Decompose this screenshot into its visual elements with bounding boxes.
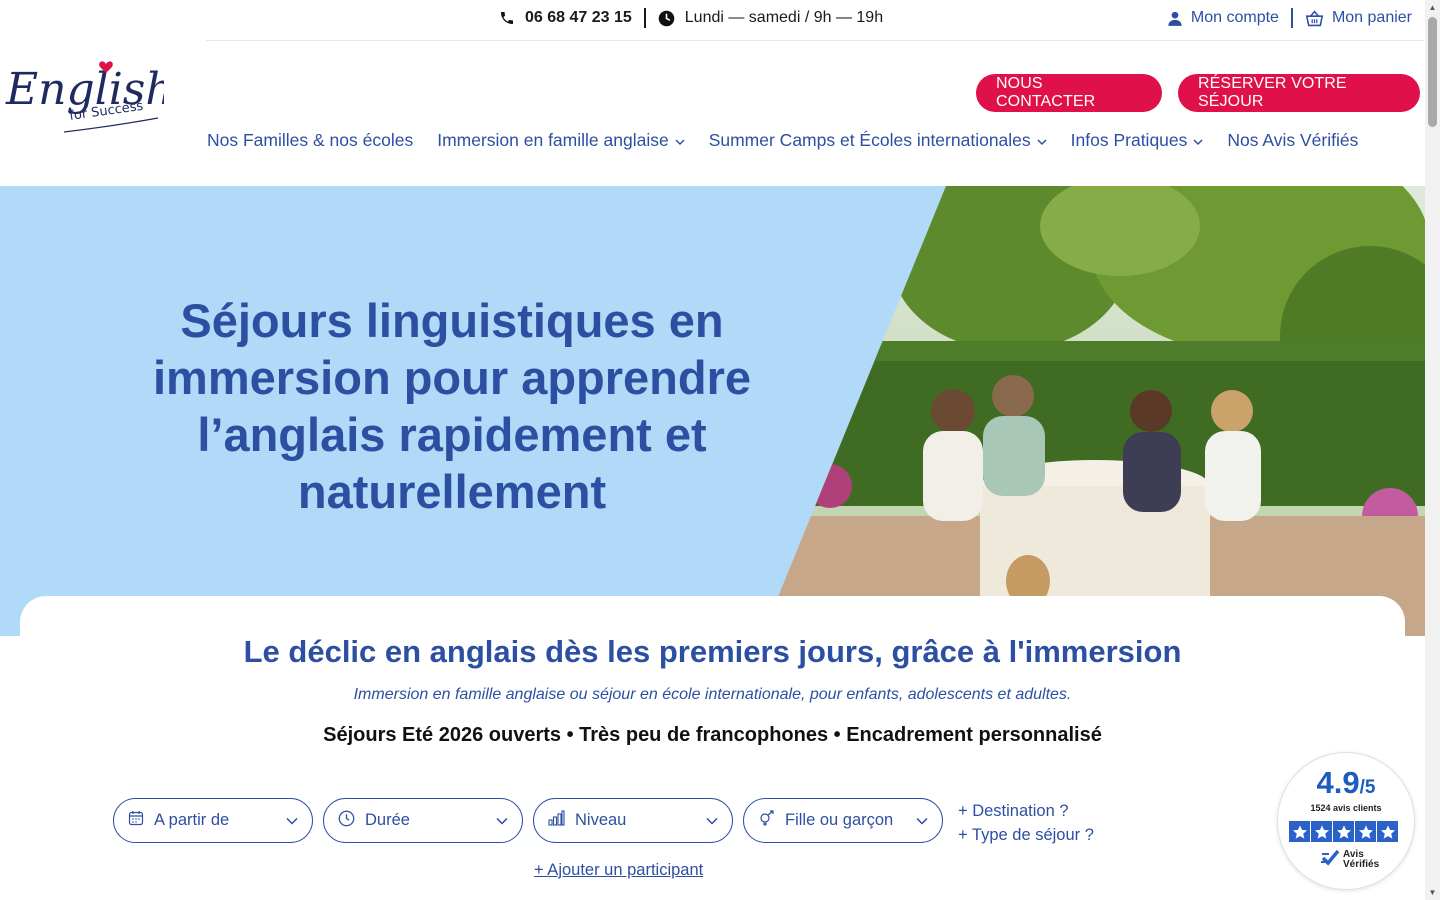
user-icon — [1167, 10, 1183, 27]
my-account-link[interactable]: Mon compte — [1191, 9, 1279, 27]
destination-link[interactable]: + Destination ? — [958, 799, 1094, 823]
calendar-icon — [128, 810, 144, 831]
contact-us-button[interactable]: NOUS CONTACTER — [976, 74, 1162, 112]
section-subtitle: Immersion en famille anglaise ou séjour … — [353, 686, 1072, 703]
select-label: Fille ou garçon — [785, 811, 894, 829]
level-select[interactable]: Niveau — [533, 798, 733, 843]
checkmark-icon — [1320, 849, 1340, 870]
select-label: Niveau — [575, 811, 627, 829]
chevron-down-icon — [496, 811, 508, 830]
star-icon — [1355, 821, 1376, 842]
divider — [643, 8, 646, 28]
hero-title: Séjours linguistiques en immersion pour … — [152, 294, 752, 518]
phone-icon — [499, 10, 515, 26]
section-tagline: Séjours Eté 2026 ouverts • Très peu de f… — [323, 724, 1102, 746]
star-icon — [1289, 821, 1310, 842]
top-bar: 06 68 47 23 15 Lundi — samedi / 9h — 19h… — [206, 0, 1424, 41]
scroll-down-icon[interactable]: ▼ — [1428, 888, 1437, 897]
main-nav: Nos Familles & nos écoles Immersion en f… — [207, 130, 1358, 151]
section-title: Le déclic en anglais dès les premiers jo… — [243, 634, 1182, 669]
phone-number[interactable]: 06 68 47 23 15 — [525, 9, 632, 27]
star-rating — [1289, 821, 1398, 842]
nav-label: Immersion en famille anglaise — [437, 130, 669, 150]
stay-type-link[interactable]: + Type de séjour ? — [958, 823, 1094, 847]
bar-chart-icon — [548, 810, 565, 831]
logo[interactable]: English for Success — [4, 48, 174, 138]
opening-hours: Lundi — samedi / 9h — 19h — [684, 9, 884, 26]
rating-badge[interactable]: 4.9/5 1524 avis clients Avis Vérifiés — [1277, 752, 1415, 890]
nav-item-summer-camps[interactable]: Summer Camps et Écoles internationales — [709, 130, 1047, 151]
chevron-down-icon — [1037, 130, 1047, 151]
nav-label: Nos Familles & nos écoles — [207, 130, 414, 150]
nav-label: Summer Camps et Écoles internationales — [708, 130, 1031, 150]
search-card: Le déclic en anglais dès les premiers jo… — [20, 596, 1405, 900]
star-icon — [1377, 821, 1398, 842]
book-stay-button[interactable]: RÉSERVER VOTRE SÉJOUR — [1178, 74, 1420, 112]
clock-icon — [338, 810, 355, 832]
page-scrollbar[interactable]: ▲ ▼ — [1425, 0, 1440, 900]
nav-item-practical-info[interactable]: Infos Pratiques — [1071, 130, 1204, 151]
add-participant-link[interactable]: + Ajouter un participant — [534, 861, 703, 880]
gender-select[interactable]: Fille ou garçon — [743, 798, 943, 843]
scroll-thumb[interactable] — [1428, 17, 1437, 127]
hero-banner: Séjours linguistiques en immersion pour … — [0, 186, 1425, 636]
contact-info: 06 68 47 23 15 Lundi — samedi / 9h — 19h — [499, 8, 883, 28]
rating-score: 4.9/5 — [1316, 765, 1376, 800]
nav-label: Nos Avis Vérifiés — [1227, 130, 1359, 150]
gender-icon — [758, 809, 775, 832]
nav-item-verified-reviews[interactable]: Nos Avis Vérifiés — [1227, 130, 1358, 151]
nav-item-family-immersion[interactable]: Immersion en famille anglaise — [437, 130, 685, 151]
chevron-down-icon — [286, 811, 298, 830]
nav-label: Infos Pratiques — [1070, 130, 1188, 150]
start-date-select[interactable]: A partir de — [113, 798, 313, 843]
my-cart-link[interactable]: Mon panier — [1332, 9, 1412, 27]
account-links: Mon compte Mon panier — [1167, 8, 1412, 28]
scroll-up-icon[interactable]: ▲ — [1428, 3, 1437, 12]
review-count: 1524 avis clients — [1310, 803, 1382, 813]
select-label: A partir de — [154, 811, 230, 829]
star-icon — [1311, 821, 1332, 842]
divider — [1290, 8, 1293, 28]
chevron-down-icon — [706, 811, 718, 830]
duration-select[interactable]: Durée — [323, 798, 523, 843]
select-label: Durée — [365, 811, 410, 829]
chevron-down-icon — [675, 130, 685, 151]
avis-verifies-logo: Avis Vérifiés — [1320, 849, 1379, 870]
star-icon — [1333, 821, 1354, 842]
chevron-down-icon — [1193, 130, 1203, 151]
clock-icon — [658, 10, 675, 27]
nav-item-families-schools[interactable]: Nos Familles & nos écoles — [207, 130, 413, 151]
chevron-down-icon — [916, 811, 928, 830]
extra-filters: + Destination ? + Type de séjour ? — [958, 799, 1094, 847]
basket-icon — [1305, 9, 1324, 27]
